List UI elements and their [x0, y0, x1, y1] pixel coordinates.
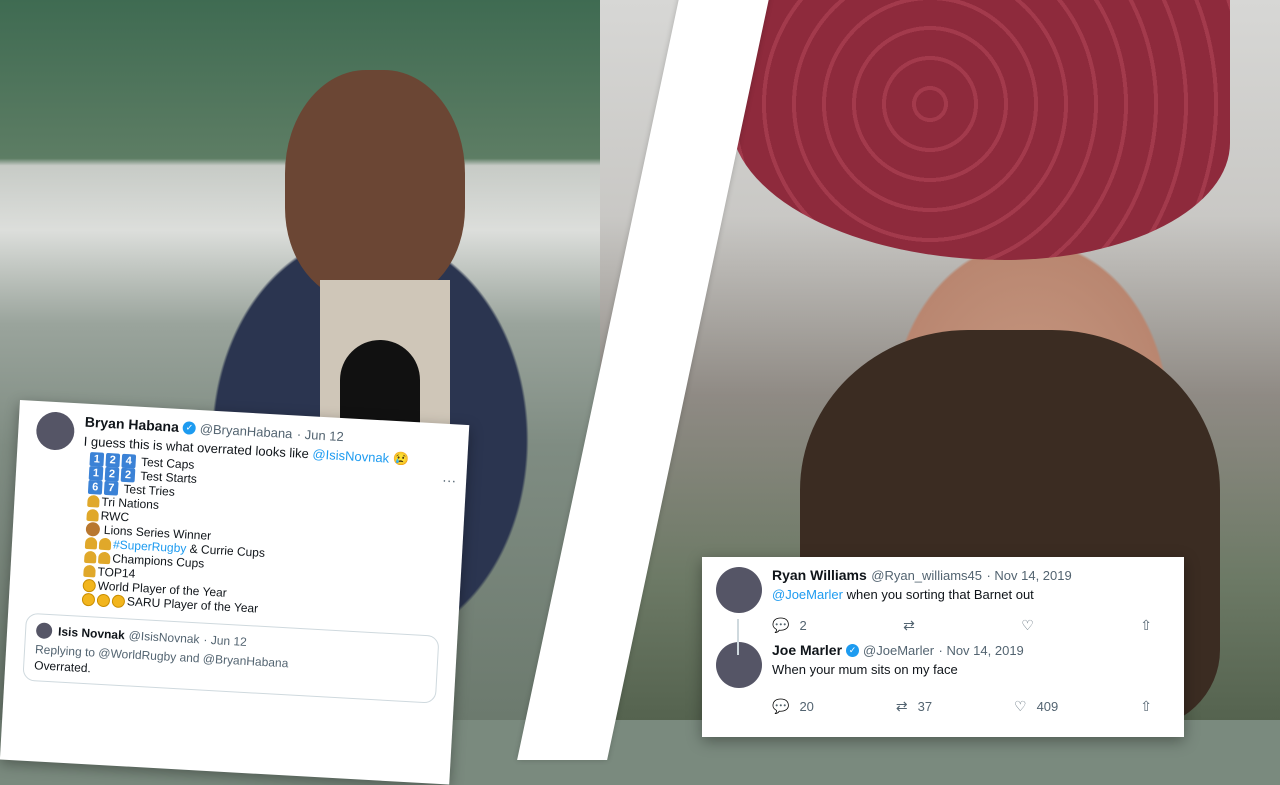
author-handle[interactable]: @BryanHabana — [199, 421, 292, 441]
author-handle[interactable]: @Ryan_williams45 — [871, 568, 982, 583]
tweet-date[interactable]: · Nov 14, 2019 — [939, 643, 1024, 658]
crying-emoji: 😢 — [392, 450, 410, 467]
tweet-date[interactable]: · Jun 12 — [296, 427, 344, 445]
heart-icon: ♡ — [1021, 617, 1034, 633]
avatar[interactable] — [35, 410, 76, 452]
medal-icon — [111, 593, 126, 608]
quoted-author-name[interactable]: Isis Novnak — [58, 625, 125, 643]
mention-link[interactable]: @JoeMarler — [772, 587, 843, 602]
career-stats: 124 Test Caps 122 Test Starts 67 Test Tr… — [81, 452, 449, 626]
like-count: 409 — [1036, 699, 1059, 714]
tweet-date[interactable]: · Nov 14, 2019 — [986, 568, 1071, 583]
marler-thread-card: Ryan Williams @Ryan_williams45 · Nov 14,… — [702, 557, 1184, 737]
reply-icon: 💬 — [772, 698, 790, 714]
digit: 2 — [120, 467, 136, 483]
reply-button[interactable]: 💬 20 — [772, 698, 814, 715]
trophy-icon — [87, 494, 100, 508]
retweet-icon: ⇄ — [895, 698, 908, 714]
verified-icon: ✓ — [182, 421, 197, 436]
trophy-icon — [97, 551, 111, 565]
thread-line — [737, 619, 739, 655]
tweet-actions: 💬 2 ⇄ ♡ ⇧ — [772, 617, 1162, 634]
tweet-text: @JoeMarler when you sorting that Barnet … — [772, 587, 1072, 602]
verified-icon: ✓ — [846, 644, 860, 658]
tweet-text-body: when you sorting that Barnet out — [846, 587, 1034, 602]
digit: 7 — [103, 480, 119, 496]
trophy-icon — [98, 537, 112, 551]
trophy-icon — [86, 508, 100, 522]
avatar[interactable] — [716, 567, 762, 613]
heart-icon: ♡ — [1014, 698, 1027, 714]
tweet-ryan: Ryan Williams @Ryan_williams45 · Nov 14,… — [716, 567, 1170, 613]
retweet-count: 37 — [917, 699, 933, 714]
share-icon: ⇧ — [1140, 617, 1152, 633]
digit: 4 — [121, 453, 137, 469]
reply-icon: 💬 — [772, 617, 790, 633]
reply-button[interactable]: 💬 2 — [772, 617, 807, 634]
trophy-icon — [83, 564, 96, 578]
habana-face — [285, 70, 465, 300]
author-name[interactable]: Bryan Habana — [84, 414, 179, 435]
tweet-joe: Joe Marler ✓ @JoeMarler · Nov 14, 2019 Whe… — [716, 642, 1170, 688]
medal-icon — [96, 593, 111, 607]
avatar[interactable] — [716, 642, 762, 688]
retweet-button[interactable]: ⇄ 37 — [896, 698, 932, 715]
digit: 6 — [87, 479, 103, 495]
share-button[interactable]: ⇧ — [1140, 698, 1162, 715]
tweet-text: When your mum sits on my face — [772, 662, 958, 677]
lion-icon — [85, 521, 101, 537]
reply-count: 20 — [799, 699, 814, 714]
author-name[interactable]: Joe Marler — [772, 642, 842, 658]
share-icon: ⇧ — [1140, 698, 1152, 714]
trophy-icon — [84, 550, 97, 564]
trophy-icon — [84, 536, 98, 550]
author-name[interactable]: Ryan Williams — [772, 567, 867, 583]
quoted-tweet[interactable]: Isis Novnak @IsisNovnak · Jun 12 Replyin… — [22, 612, 440, 704]
marler-bandana — [730, 0, 1230, 260]
digit: 1 — [88, 465, 104, 481]
mention-link[interactable]: @IsisNovnak — [312, 446, 389, 465]
retweet-button[interactable]: ⇄ — [903, 617, 925, 634]
more-options-icon[interactable]: ··· — [442, 472, 457, 489]
medal-icon — [81, 592, 96, 606]
quoted-author-handle[interactable]: @IsisNovnak — [128, 628, 200, 646]
habana-tweet-card: ··· Bryan Habana ✓ @BryanHabana · Jun 12 I… — [0, 400, 470, 785]
quoted-date: · Jun 12 — [203, 632, 248, 650]
retweet-icon: ⇄ — [903, 617, 915, 633]
digit: 1 — [89, 452, 105, 467]
author-handle[interactable]: @JoeMarler — [863, 643, 934, 658]
like-button[interactable]: ♡ — [1021, 617, 1044, 634]
medal-icon — [82, 578, 97, 593]
digit: 2 — [104, 466, 120, 482]
like-button[interactable]: ♡ 409 — [1014, 698, 1058, 715]
quoted-avatar[interactable] — [35, 622, 53, 640]
share-button[interactable]: ⇧ — [1140, 617, 1162, 634]
digit: 2 — [105, 452, 121, 468]
tweet-actions: 💬 20 ⇄ 37 ♡ 409 ⇧ — [772, 698, 1162, 715]
reply-count: 2 — [799, 618, 807, 633]
